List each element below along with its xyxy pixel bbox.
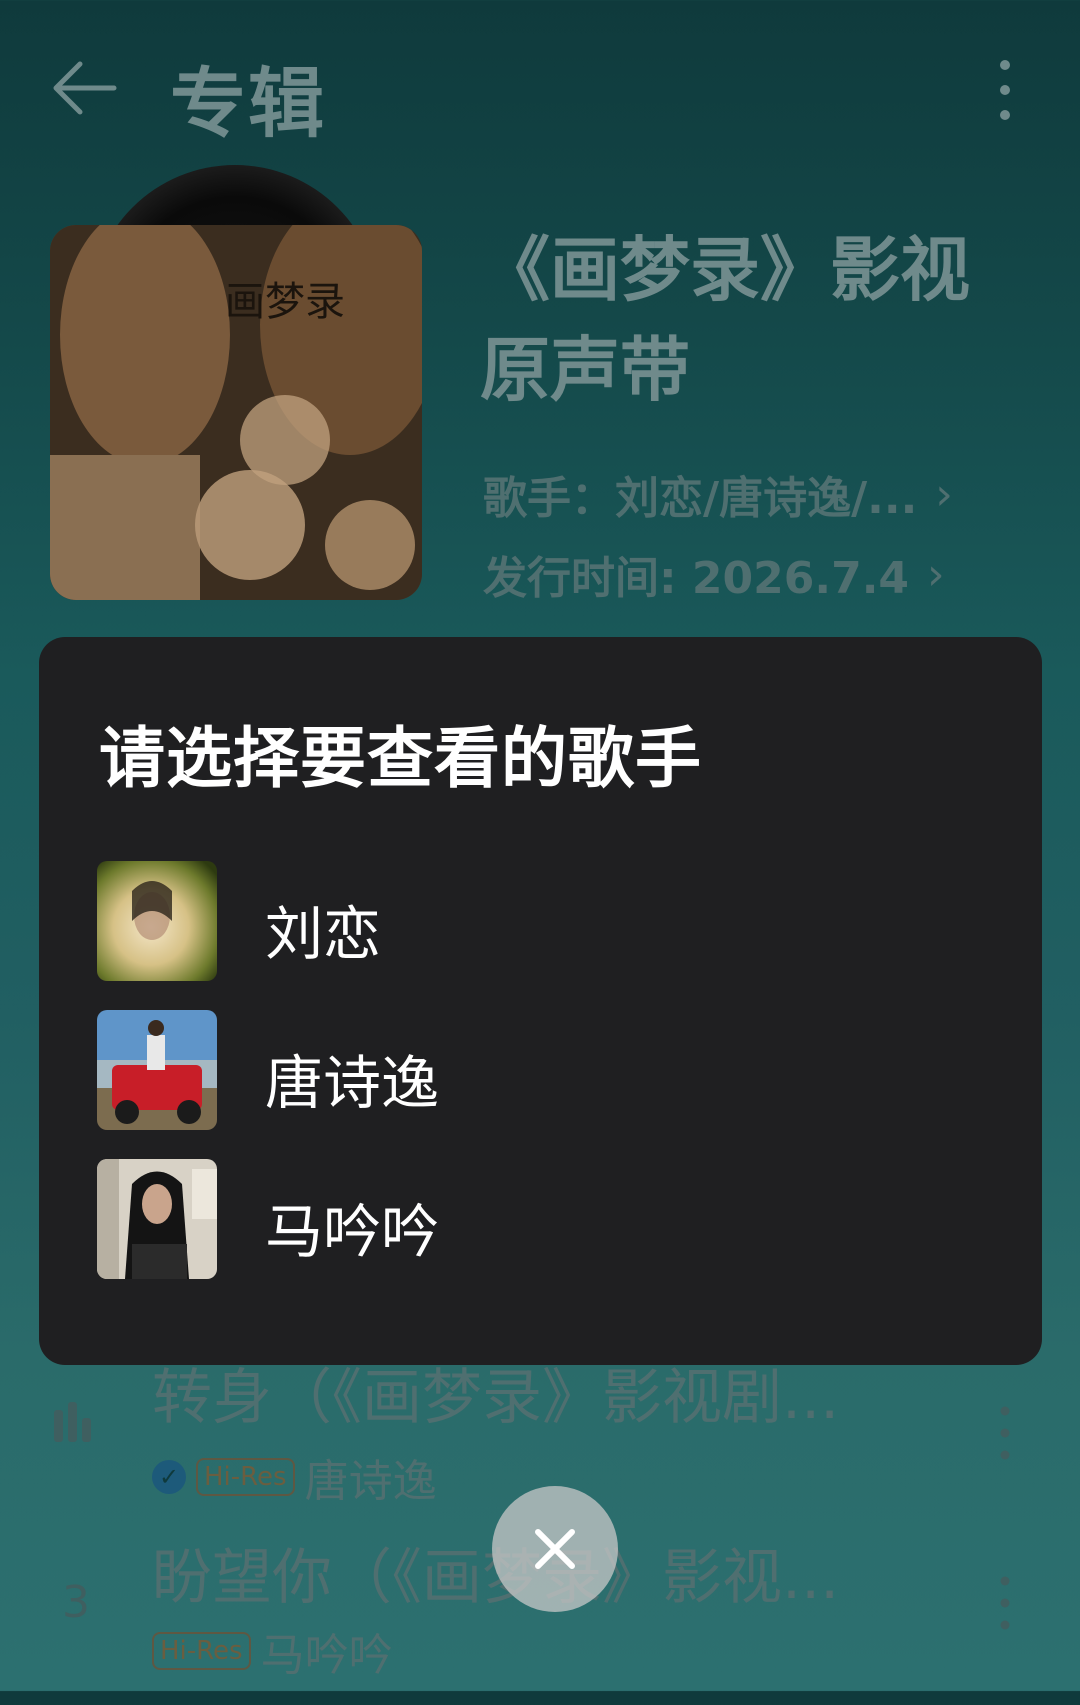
artist-link[interactable]: 歌手：刘恋/唐诗逸/... › [483,462,953,526]
release-date-link[interactable]: 发行时间: 2026.7.4 › [483,542,945,606]
hires-badge: Hi-Res [196,1458,295,1496]
release-date-label: 发行时间: 2026.7.4 [483,553,910,604]
album-cover[interactable]: 画梦录 [50,225,422,600]
avatar [97,1159,217,1279]
artist-select-dialog: 请选择要查看的歌手 刘恋 唐诗逸 马吟吟 [39,637,1042,1365]
artist-item[interactable]: 刘恋 [97,861,997,991]
arrow-left-icon[interactable] [50,58,120,118]
chevron-right-icon: › [927,548,945,600]
artist-name: 刘恋 [265,900,382,968]
playing-bars-icon [52,1400,94,1446]
album-title-line2: 原声带 [480,329,690,411]
top-bar: 专辑 [0,0,1080,180]
avatar [97,861,217,981]
dialog-title: 请选择要查看的歌手 [99,720,702,797]
artist-item[interactable]: 唐诗逸 [97,1010,997,1140]
avatar [97,1010,217,1130]
artist-item[interactable]: 马吟吟 [97,1159,997,1289]
check-icon: ✓ [152,1460,186,1494]
more-vertical-icon[interactable] [995,1403,1015,1463]
more-vertical-icon[interactable] [990,55,1020,125]
close-button[interactable] [492,1486,618,1612]
album-title: 《画梦录》影视 原声带 [480,220,1040,420]
artist-name: 马吟吟 [265,1198,440,1266]
song-number: 3 [62,1577,90,1628]
hires-badge: Hi-Res [152,1632,251,1670]
page-title: 专辑 [170,59,326,148]
cover-title: 画梦录 [225,279,345,325]
close-icon [535,1529,575,1569]
album-title-line1: 《画梦录》影视 [480,229,970,311]
more-vertical-icon[interactable] [995,1573,1015,1633]
song-artist: 马吟吟 [260,1630,393,1681]
chevron-right-icon: › [935,468,953,520]
artist-label: 歌手：刘恋/唐诗逸/... [483,473,918,524]
song-artist: 唐诗逸 [304,1456,437,1507]
artist-name: 唐诗逸 [265,1049,440,1117]
